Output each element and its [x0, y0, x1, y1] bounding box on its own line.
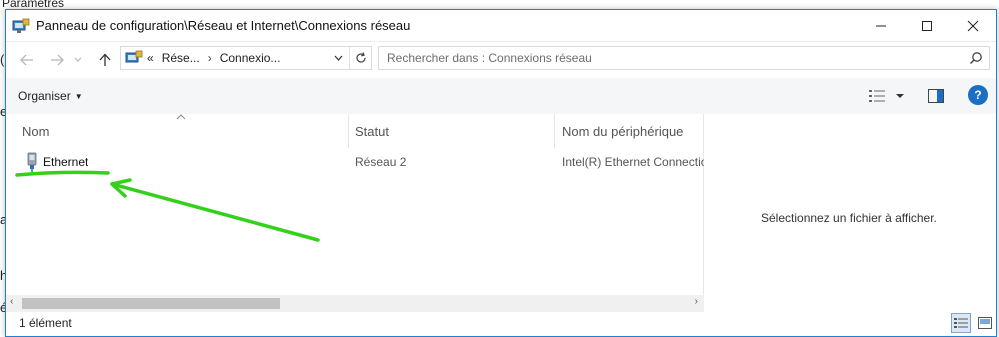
forward-button[interactable] — [44, 46, 70, 74]
scrollbar-thumb[interactable] — [22, 298, 280, 309]
back-button[interactable] — [14, 46, 40, 74]
breadcrumb-separator[interactable]: › — [208, 51, 212, 65]
navigation-bar: « Rése... › Connexio... Rechercher dans … — [6, 42, 996, 78]
close-icon — [967, 20, 979, 32]
change-view-button[interactable] — [868, 86, 886, 106]
address-bar[interactable]: « Rése... › Connexio... — [120, 46, 372, 70]
connection-status: Réseau 2 — [355, 155, 407, 169]
command-bar: Organiser ▼ ? — [6, 78, 996, 114]
preview-pane-icon — [928, 89, 944, 103]
file-list: Nom Statut Nom du périphérique Ethernet … — [6, 114, 704, 312]
details-view-icon — [869, 90, 885, 102]
connection-name[interactable]: Ethernet — [43, 155, 88, 169]
large-icons-view-icon — [978, 317, 992, 329]
organize-menu-button[interactable]: Organiser ▼ — [18, 89, 83, 103]
search-icon[interactable] — [969, 51, 983, 65]
search-input[interactable]: Rechercher dans : Connexions réseau — [387, 51, 592, 65]
up-button[interactable] — [92, 46, 118, 74]
view-options-button[interactable] — [896, 86, 904, 106]
window-controls — [858, 10, 996, 42]
window-title: Panneau de configuration\Réseau et Inter… — [36, 18, 411, 33]
minimize-icon — [876, 25, 886, 27]
address-history-button[interactable] — [331, 49, 345, 67]
item-count: 1 élément — [19, 316, 72, 330]
control-panel-icon — [125, 50, 143, 66]
help-button[interactable]: ? — [968, 85, 988, 105]
preview-pane-button[interactable] — [928, 86, 944, 106]
back-arrow-icon — [20, 54, 33, 66]
status-bar: 1 élément — [6, 310, 996, 336]
details-view-toggle[interactable] — [951, 313, 971, 333]
search-box[interactable]: Rechercher dans : Connexions réseau — [378, 46, 990, 70]
breadcrumb-reseau[interactable]: Rése... — [162, 51, 200, 65]
up-arrow-icon — [99, 53, 111, 66]
column-header-device[interactable]: Nom du périphérique — [562, 114, 683, 148]
caret-down-icon — [896, 94, 904, 98]
chevron-down-icon — [334, 55, 342, 61]
maximize-icon — [922, 21, 932, 31]
refresh-icon — [355, 52, 366, 63]
column-header-name[interactable]: Nom — [22, 114, 49, 148]
close-button[interactable] — [950, 10, 996, 42]
column-separator[interactable] — [348, 114, 349, 148]
forward-arrow-icon — [51, 54, 64, 66]
details-view-icon — [954, 318, 968, 328]
caret-down-icon: ▼ — [74, 91, 83, 101]
sort-indicator-icon — [176, 112, 186, 122]
organize-label: Organiser — [18, 89, 71, 103]
scroll-left-icon[interactable]: ‹ — [10, 296, 13, 307]
large-icons-view-toggle[interactable] — [975, 313, 995, 333]
scroll-right-icon[interactable]: › — [695, 296, 698, 307]
ethernet-adapter-icon — [24, 152, 40, 175]
table-row[interactable]: Ethernet Réseau 2 Intel(R) Ethernet Conn… — [14, 152, 704, 174]
refresh-button[interactable] — [349, 47, 371, 69]
column-separator[interactable] — [554, 114, 555, 148]
background-text-fragment: ( — [0, 52, 5, 67]
maximize-button[interactable] — [904, 10, 950, 42]
chevron-down-icon — [74, 57, 82, 62]
connection-device: Intel(R) Ethernet Connection — [562, 155, 704, 169]
breadcrumb-connexions[interactable]: Connexio... — [220, 51, 281, 65]
network-connections-window: Panneau de configuration\Réseau et Inter… — [5, 9, 997, 337]
column-header-status[interactable]: Statut — [355, 114, 389, 148]
recent-locations-button[interactable] — [70, 46, 86, 74]
content-area: Nom Statut Nom du périphérique Ethernet … — [6, 114, 996, 312]
preview-pane-message: Sélectionnez un fichier à afficher. — [761, 211, 937, 225]
minimize-button[interactable] — [858, 10, 904, 42]
breadcrumb-overflow[interactable]: « — [147, 51, 154, 65]
title-bar[interactable]: Panneau de configuration\Réseau et Inter… — [6, 10, 996, 42]
control-panel-icon — [12, 18, 30, 34]
